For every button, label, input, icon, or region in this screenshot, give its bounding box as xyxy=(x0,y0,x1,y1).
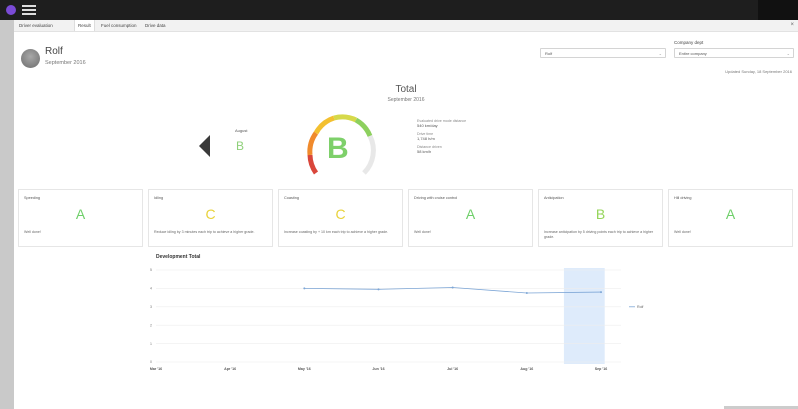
y-tick-label: 0 xyxy=(150,360,152,364)
x-tick-label: Aug '16 xyxy=(520,367,533,371)
card-description: Increase coasting by + 10 km each trip t… xyxy=(284,230,389,234)
tab-result[interactable]: Result xyxy=(74,20,95,31)
card-grade: C xyxy=(335,206,346,222)
previous-period-arrow-icon[interactable] xyxy=(199,135,210,157)
tab-bar: Driver evaluation Result Fuel consumptio… xyxy=(14,20,798,32)
tab-label: Result xyxy=(78,23,91,28)
data-point xyxy=(303,287,306,290)
total-grade: B xyxy=(327,132,349,165)
total-stats: Evaluated drive mode distance 540 km/day… xyxy=(417,119,466,158)
card-title: Coasting xyxy=(284,196,299,200)
gauge-segment-b xyxy=(354,117,373,138)
card-description: Reduce idling by 3 minutes each trip to … xyxy=(154,230,255,234)
card-description: Well done! xyxy=(674,230,691,234)
app-logo-icon xyxy=(6,5,16,15)
legend-label: Rolf xyxy=(637,305,643,309)
close-icon[interactable]: × xyxy=(790,20,794,31)
card-speeding[interactable]: Speeding A Well done! xyxy=(18,189,143,247)
card-coasting[interactable]: Coasting C Increase coasting by + 10 km … xyxy=(278,189,403,247)
card-grade: A xyxy=(465,206,476,222)
data-point xyxy=(600,291,602,294)
y-tick-label: 3 xyxy=(150,305,152,309)
gauge-segment-a xyxy=(362,134,376,175)
card-title: Driving with cruise control xyxy=(414,196,458,200)
company-dept-value: Entire company xyxy=(679,51,707,56)
data-point xyxy=(525,292,528,294)
hamburger-menu-icon[interactable] xyxy=(22,5,36,15)
card-idling[interactable]: Idling C Reduce idling by 3 minutes each… xyxy=(148,189,273,247)
y-tick-label: 1 xyxy=(150,342,152,346)
chevron-down-icon: ⌄ xyxy=(786,51,790,56)
stat-value: 540 km/day xyxy=(417,122,438,128)
card-description: Well done! xyxy=(414,230,431,234)
previous-period-label: August xyxy=(235,128,248,133)
x-tick-label: Jun '16 xyxy=(372,367,384,371)
card-grade: A xyxy=(75,206,86,222)
card-cruise-control[interactable]: Driving with cruise control A Well done! xyxy=(408,189,533,247)
tab-drive-data[interactable]: Drive data xyxy=(142,20,169,31)
main-window: Driver evaluation Result Fuel consumptio… xyxy=(14,20,798,409)
card-title: Hill driving xyxy=(674,196,692,200)
development-chart: 0 1 2 3 4 5 Mar '16 Apr '16 May '16 Jun '16 Jul '1… xyxy=(150,268,643,371)
user-period: September 2016 xyxy=(45,60,86,66)
card-title: Idling xyxy=(154,196,164,200)
x-tick-label: Apr '16 xyxy=(224,367,236,371)
tab-label: Drive data xyxy=(145,23,166,28)
x-tick-label: May '16 xyxy=(298,367,311,371)
card-anticipation[interactable]: Anticipation B Increase anticipation by … xyxy=(538,189,663,247)
y-tick-label: 2 xyxy=(150,323,152,327)
development-title: Development Total xyxy=(156,254,201,260)
card-title: Speeding xyxy=(24,196,41,200)
top-bar-right xyxy=(758,0,798,20)
tab-label: Driver evaluation xyxy=(19,23,53,28)
card-description: Increase anticipation by 5 driving point… xyxy=(544,230,654,239)
gauge-segment-b-upper xyxy=(333,114,358,123)
gauge-segment-c xyxy=(313,115,335,135)
total-title: Total xyxy=(395,84,417,95)
total-date: September 2016 xyxy=(387,97,425,103)
y-tick-label: 4 xyxy=(150,287,152,291)
highlight-band xyxy=(563,268,605,364)
card-hill-driving[interactable]: Hill driving A Well done! xyxy=(668,189,793,247)
tab-fuel-consumption[interactable]: Fuel consumption xyxy=(98,20,140,31)
gauge-segment-e xyxy=(307,154,319,175)
company-dept-label: Company dept xyxy=(674,40,704,45)
tab-label: Fuel consumption xyxy=(101,23,137,28)
card-description: Well done! xyxy=(24,230,41,234)
driver-select[interactable]: Rolf ⌄ xyxy=(540,48,666,58)
category-cards: Speeding A Well done! Idling C Reduce id… xyxy=(18,189,798,247)
updated-text: Updated Sunday, 18 September 2016 xyxy=(725,69,792,74)
top-bar xyxy=(0,0,798,20)
driver-select-value: Rolf xyxy=(545,51,553,56)
gauge-segment-d xyxy=(307,131,319,156)
avatar xyxy=(21,49,40,68)
card-grade: A xyxy=(725,206,736,222)
tab-driver-evaluation[interactable]: Driver evaluation xyxy=(16,20,56,31)
company-dept-select[interactable]: Entire company ⌄ xyxy=(674,48,794,58)
data-point xyxy=(377,288,380,291)
y-tick-label: 5 xyxy=(150,268,152,272)
card-title: Anticipation xyxy=(544,196,564,200)
user-name: Rolf xyxy=(45,46,63,57)
card-grade: B xyxy=(595,206,606,222)
chevron-down-icon: ⌄ xyxy=(658,51,662,56)
data-point xyxy=(451,286,454,289)
x-tick-label: Mar '16 xyxy=(150,367,162,371)
x-tick-label: Jul '16 xyxy=(447,367,458,371)
stat-value: 58 km/h xyxy=(417,148,432,154)
card-grade: C xyxy=(205,206,216,222)
x-tick-label: Sep '16 xyxy=(595,367,607,371)
previous-period-grade: B xyxy=(236,139,245,153)
stat-value: 1,748 h/m xyxy=(417,135,435,141)
